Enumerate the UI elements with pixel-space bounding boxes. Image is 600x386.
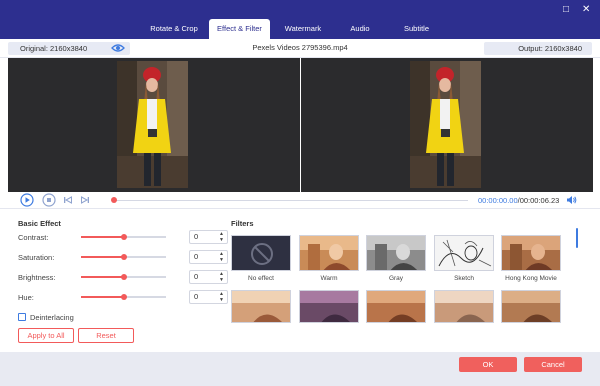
volume-icon[interactable] <box>566 195 577 207</box>
stop-icon[interactable] <box>42 193 56 209</box>
filters-title: Filters <box>231 219 254 228</box>
maximize-button[interactable]: □ <box>563 4 569 16</box>
deinterlacing-checkbox[interactable] <box>18 313 26 321</box>
saturation-slider-fill <box>81 256 124 258</box>
saturation-stepper[interactable]: ▲ ▼ <box>218 251 225 264</box>
output-resolution: Output: 2160x3840 <box>484 42 592 55</box>
hue-slider[interactable] <box>81 294 166 300</box>
tab-bar: Rotate & Crop Effect & Filter Watermark … <box>139 19 449 39</box>
hue-value: 0 <box>194 292 199 301</box>
saturation-slider[interactable] <box>81 254 166 260</box>
apply-to-all-button[interactable]: Apply to All <box>18 328 74 343</box>
brightness-slider-handle[interactable] <box>120 274 127 280</box>
contrast-slider[interactable] <box>81 234 166 240</box>
hue-stepper[interactable]: ▲ ▼ <box>218 291 225 304</box>
filter-thumbnail <box>231 235 291 271</box>
saturation-value: 0 <box>194 252 199 261</box>
dialog-footer: OK Cancel <box>0 352 600 386</box>
hue-row: Hue: 0 ▲ ▼ <box>18 290 228 304</box>
progress-track[interactable] <box>115 200 468 201</box>
tab-rotate-crop[interactable]: Rotate & Crop <box>139 19 209 39</box>
hue-label: Hue: <box>18 293 34 302</box>
next-frame-icon[interactable] <box>80 195 90 207</box>
saturation-label: Saturation: <box>18 253 55 262</box>
stepper-down-icon[interactable]: ▼ <box>218 237 225 244</box>
filter-name: Hong Kong Movie <box>505 275 557 282</box>
brightness-label: Brightness: <box>18 273 56 282</box>
tab-effect-filter[interactable]: Effect & Filter <box>209 19 270 39</box>
total-time: /00:00:06.23 <box>517 196 560 205</box>
brightness-slider-fill <box>81 276 124 278</box>
tab-watermark[interactable]: Watermark <box>270 19 336 39</box>
output-preview <box>301 58 593 192</box>
brightness-row: Brightness: 0 ▲ ▼ <box>18 270 228 284</box>
contrast-label: Contrast: <box>18 233 49 242</box>
original-preview <box>8 58 300 192</box>
deinterlacing-label: Deinterlacing <box>30 313 74 322</box>
stepper-down-icon[interactable]: ▼ <box>218 257 225 264</box>
filter-thumbnail <box>366 235 426 271</box>
filters-scrollbar[interactable] <box>576 228 578 248</box>
video-frame-original <box>117 61 188 188</box>
brightness-value: 0 <box>194 272 199 281</box>
saturation-row: Saturation: 0 ▲ ▼ <box>18 250 228 264</box>
filter-thumbnail <box>231 290 291 323</box>
reset-button[interactable]: Reset <box>78 328 134 343</box>
tab-subtitle[interactable]: Subtitle <box>384 19 449 39</box>
video-editor-window: Rotate & Crop Effect & Filter Watermark … <box>0 0 600 386</box>
hue-input[interactable]: 0 ▲ ▼ <box>189 290 228 304</box>
timecode: 00:00:00.00/00:00:06.23 <box>478 196 559 205</box>
hue-slider-fill <box>81 296 124 298</box>
video-info-bar: Original: 2160x3840 Pexels Videos 279539… <box>0 39 600 58</box>
filter-thumbnail <box>299 235 359 271</box>
contrast-slider-fill <box>81 236 124 238</box>
contrast-value: 0 <box>194 232 199 241</box>
no-effect-icon <box>251 243 273 265</box>
video-frame-output <box>410 61 481 188</box>
saturation-input[interactable]: 0 ▲ ▼ <box>189 250 228 264</box>
filter-thumbnail <box>434 290 494 323</box>
filter-thumbnail <box>501 290 561 323</box>
contrast-slider-handle[interactable] <box>120 234 127 240</box>
saturation-slider-handle[interactable] <box>120 254 127 260</box>
cancel-button[interactable]: Cancel <box>524 357 582 372</box>
filter-thumbnail <box>299 290 359 323</box>
progress-handle[interactable] <box>111 197 117 203</box>
basic-effect-title: Basic Effect <box>18 219 61 228</box>
previous-frame-icon[interactable] <box>63 195 73 207</box>
filter-thumbnail <box>501 235 561 271</box>
current-time: 00:00:00.00 <box>478 196 518 205</box>
contrast-input[interactable]: 0 ▲ ▼ <box>189 230 228 244</box>
close-button[interactable]: ✕ <box>582 4 590 16</box>
playback-controls: 00:00:00.00/00:00:06.23 <box>0 192 600 209</box>
tab-audio[interactable]: Audio <box>336 19 384 39</box>
brightness-slider[interactable] <box>81 274 166 280</box>
play-icon[interactable] <box>20 193 34 209</box>
filter-thumbnail <box>366 290 426 323</box>
title-bar: Rotate & Crop Effect & Filter Watermark … <box>0 0 600 39</box>
contrast-stepper[interactable]: ▲ ▼ <box>218 231 225 244</box>
ok-button[interactable]: OK <box>459 357 517 372</box>
filter-thumbnail <box>434 235 494 271</box>
stepper-down-icon[interactable]: ▼ <box>218 297 225 304</box>
hue-slider-handle[interactable] <box>120 294 127 300</box>
contrast-row: Contrast: 0 ▲ ▼ <box>18 230 228 244</box>
